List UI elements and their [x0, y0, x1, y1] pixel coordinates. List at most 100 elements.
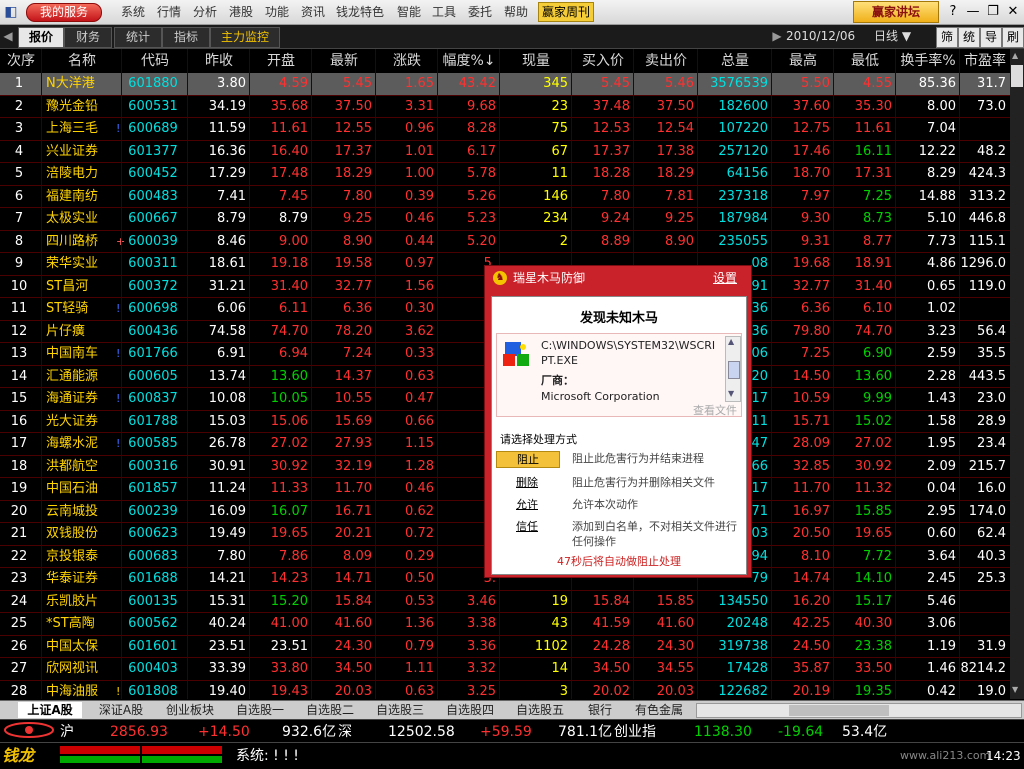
settings-link[interactable]: 设置: [713, 270, 737, 286]
table-row[interactable]: 5 涪陵电力 600452 17.29 17.48 18.29 1.00 5.78 11 18.2…: [0, 163, 1010, 185]
header-change-pct[interactable]: 幅度%↓: [438, 49, 500, 73]
table-row[interactable]: 7 太极实业 600667 8.79 8.79 9.25 0.46 5.23 234 9.24 9.…: [0, 208, 1010, 230]
scroll-thumb[interactable]: [1011, 65, 1023, 87]
table-row[interactable]: 1 N大洋港 601880 3.80 4.59 5.45 1.65 43.42 345 5.45 5…: [0, 73, 1010, 95]
table-row[interactable]: 26 中国太保 601601 23.51 23.51 24.30 0.79 3.36 1102 2…: [0, 636, 1010, 658]
cell-change: 0.46: [405, 211, 434, 226]
minimize-icon[interactable]: —: [964, 3, 982, 20]
horizontal-scrollbar[interactable]: [696, 703, 1022, 718]
market-tab[interactable]: 上证A股: [18, 702, 82, 718]
header-ask[interactable]: 卖出价: [634, 49, 698, 73]
index-bar: 沪 2856.93 +14.50 932.6亿 深 12502.58 +59.5…: [0, 719, 1024, 742]
scroll-up-icon[interactable]: ▲: [1012, 51, 1018, 60]
header-high[interactable]: 最高: [772, 49, 834, 73]
tab-finance[interactable]: 财务: [64, 27, 112, 48]
vendor-label: 厂商：: [541, 374, 574, 387]
filter-tool-button[interactable]: 筛: [936, 27, 958, 48]
action-trust-button[interactable]: 信任: [496, 519, 558, 534]
menu-item[interactable]: 系统: [121, 4, 145, 20]
menu-item[interactable]: 分析: [193, 4, 217, 20]
market-tab[interactable]: 自选股五: [508, 702, 572, 718]
header-total-vol[interactable]: 总量: [698, 49, 772, 73]
market-tab[interactable]: 自选股一: [228, 702, 292, 718]
table-row[interactable]: 8 四川路桥 600039 8.46 9.00 8.90 0.44 5.20 2 8.89 8.90…: [0, 231, 1010, 253]
tab-quote[interactable]: 报价: [18, 27, 64, 48]
header-open[interactable]: 开盘: [250, 49, 312, 73]
file-info-scrollbar[interactable]: ▲ ▼: [725, 336, 741, 402]
tab-indicator[interactable]: 指标: [162, 27, 210, 48]
header-change[interactable]: 涨跌: [376, 49, 438, 73]
tab-statistics[interactable]: 统计: [114, 27, 162, 48]
scroll-down-icon[interactable]: ▼: [728, 389, 734, 398]
header-bid[interactable]: 买入价: [572, 49, 634, 73]
market-tab[interactable]: 深证A股: [90, 702, 152, 718]
action-delete-button[interactable]: 删除: [496, 475, 558, 490]
market-tab[interactable]: 有色金属: [626, 702, 692, 718]
header-low[interactable]: 最低: [834, 49, 896, 73]
menu-item[interactable]: 功能: [265, 4, 289, 20]
cell-low: 6.10: [863, 301, 892, 316]
action-block-button[interactable]: 阻止: [496, 451, 560, 468]
market-tab[interactable]: 自选股四: [438, 702, 502, 718]
header-pe[interactable]: 市盈率: [960, 49, 1010, 73]
header-turnover[interactable]: 换手率%: [896, 49, 960, 73]
cell-name: 太极实业: [46, 211, 99, 226]
menu-item[interactable]: 帮助: [504, 4, 528, 20]
menu-bar: ◧ 我的服务 系统 行情 分析 港股 功能 资讯 钱龙特色 智能 工具 委托 帮助 赢家周刊 赢家讲…: [0, 0, 1024, 25]
menu-item[interactable]: 智能: [397, 4, 421, 20]
dialog-titlebar[interactable]: ♞ 瑞星木马防御 设置: [485, 266, 751, 290]
restore-icon[interactable]: ❐: [984, 3, 1002, 20]
my-service-button[interactable]: 我的服务: [26, 3, 102, 22]
header-code[interactable]: 代码: [122, 49, 188, 73]
row-marker: !: [116, 122, 121, 135]
header-prev-close[interactable]: 昨收: [188, 49, 250, 73]
header-cur-vol[interactable]: 现量: [500, 49, 572, 73]
cell-ask: 34.55: [656, 661, 694, 676]
horizontal-scroll-thumb[interactable]: [789, 705, 889, 716]
menu-item[interactable]: 港股: [229, 4, 253, 20]
cell-change: 1.01: [405, 143, 434, 159]
menu-item[interactable]: 资讯: [301, 4, 325, 20]
table-row[interactable]: 6 福建南纺 600483 7.41 7.45 7.80 0.39 5.26 146 7.80 7.…: [0, 186, 1010, 208]
market-tab[interactable]: 自选股二: [298, 702, 362, 718]
stats-tool-button[interactable]: 统: [958, 27, 980, 48]
cell-ask: 18.29: [656, 166, 694, 181]
cell-name: ST昌河: [46, 278, 89, 294]
cell-pe: 62.4: [977, 526, 1006, 541]
table-row[interactable]: 2 豫光金铅 600531 34.19 35.68 37.50 3.31 9.68 23 37.4…: [0, 96, 1010, 118]
column-divider: [249, 49, 250, 699]
table-row[interactable]: 4 兴业证券 601377 16.36 16.40 17.37 1.01 6.17 67 17.3…: [0, 141, 1010, 163]
tab-left-arrow-icon[interactable]: ◀: [2, 27, 14, 46]
view-file-link[interactable]: 查看文件: [693, 402, 737, 418]
menu-item[interactable]: 行情: [157, 4, 181, 20]
scroll-up-icon[interactable]: ▲: [728, 337, 734, 346]
header-last[interactable]: 最新: [312, 49, 376, 73]
tab-right-arrow-icon[interactable]: ▶: [772, 27, 782, 46]
vertical-scrollbar[interactable]: ▲ ▼: [1010, 49, 1024, 699]
action-allow-button[interactable]: 允许: [496, 497, 558, 512]
tab-main-force-monitor[interactable]: 主力监控: [210, 27, 280, 48]
market-tab[interactable]: 创业板块: [158, 702, 222, 718]
header-rank[interactable]: 次序: [0, 49, 42, 73]
table-row[interactable]: 3 上海三毛 600689 11.59 11.61 12.55 0.96 8.28 75 12.5…: [0, 118, 1010, 140]
market-tab[interactable]: 自选股三: [368, 702, 432, 718]
export-tool-button[interactable]: 导: [980, 27, 1002, 48]
table-row[interactable]: 24 乐凯胶片 600135 15.31 15.20 15.84 0.53 3.46 19 15.…: [0, 591, 1010, 613]
menu-item[interactable]: 工具: [432, 4, 456, 20]
yingjia-forum-button[interactable]: 赢家讲坛: [853, 1, 939, 23]
table-row[interactable]: 25 *ST高陶 600562 40.24 41.00 41.60 1.36 3.38 43 41…: [0, 613, 1010, 635]
cell-pe: 215.7: [968, 458, 1006, 474]
menu-item[interactable]: 钱龙特色: [336, 4, 384, 20]
scroll-down-icon[interactable]: ▼: [1012, 685, 1018, 694]
refresh-tool-button[interactable]: 刷: [1002, 27, 1024, 48]
help-icon[interactable]: ?: [944, 3, 962, 20]
cell-low: 35.30: [854, 98, 892, 114]
header-name[interactable]: 名称: [42, 49, 122, 73]
table-row[interactable]: 27 欣网视讯 600403 33.39 33.80 34.50 1.11 3.32 14 34.…: [0, 658, 1010, 680]
market-tab[interactable]: 银行: [580, 702, 620, 718]
period-selector[interactable]: 日线 ▼: [874, 27, 934, 46]
close-icon[interactable]: ✕: [1004, 3, 1022, 20]
menu-item[interactable]: 委托: [468, 4, 492, 20]
cell-high: 16.20: [792, 593, 830, 609]
weekly-button[interactable]: 赢家周刊: [538, 2, 594, 22]
